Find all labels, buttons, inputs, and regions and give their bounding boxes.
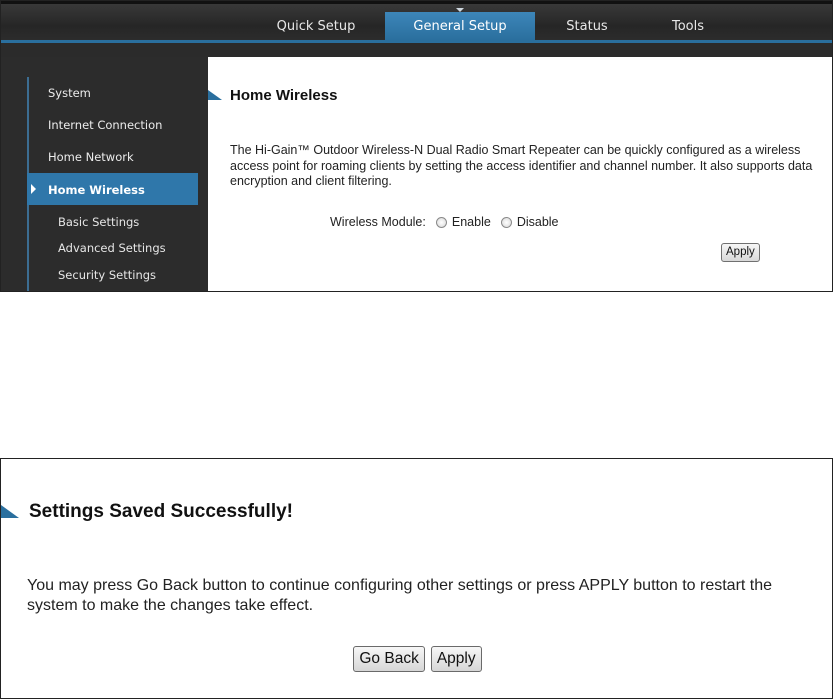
wireless-module-row: Wireless Module: Enable Disable xyxy=(330,215,559,229)
settings-saved-panel: Settings Saved Successfully! You may pre… xyxy=(0,458,833,699)
page-description: The Hi-Gain™ Outdoor Wireless-N Dual Rad… xyxy=(230,143,813,188)
title-marker-icon xyxy=(208,90,222,100)
apply-button[interactable]: Apply xyxy=(721,243,760,262)
title-marker-icon xyxy=(1,505,19,518)
wireless-module-label: Wireless Module: xyxy=(330,215,426,229)
enable-radio[interactable] xyxy=(435,216,447,228)
sidebar-item-system[interactable]: System xyxy=(48,86,91,100)
top-navigation-bar: Quick Setup General Setup Status Tools xyxy=(1,1,832,43)
apply-button[interactable]: Apply xyxy=(430,646,482,672)
home-wireless-content: Home Wireless The Hi-Gain™ Outdoor Wirel… xyxy=(208,57,832,291)
sidebar-item-home-network[interactable]: Home Network xyxy=(48,150,134,164)
tab-tools[interactable]: Tools xyxy=(639,12,737,40)
disable-radio[interactable] xyxy=(500,216,512,228)
settings-saved-buttons: Go Back Apply xyxy=(1,646,832,672)
sidebar-subitem-basic-settings[interactable]: Basic Settings xyxy=(58,215,139,229)
sidebar: System Internet Connection Home Network … xyxy=(1,57,208,291)
tab-status[interactable]: Status xyxy=(535,12,639,40)
sidebar-subitem-security-settings[interactable]: Security Settings xyxy=(58,268,156,282)
tab-quick-setup[interactable]: Quick Setup xyxy=(263,12,369,40)
tab-general-setup[interactable]: General Setup xyxy=(385,12,535,40)
page-title: Home Wireless xyxy=(230,87,338,104)
top-strip xyxy=(1,1,832,4)
nav-underband xyxy=(1,43,832,57)
disable-radio-label[interactable]: Disable xyxy=(517,215,559,229)
sidebar-subitem-advanced-settings[interactable]: Advanced Settings xyxy=(58,241,166,255)
sidebar-item-internet-connection[interactable]: Internet Connection xyxy=(48,118,162,132)
settings-saved-title: Settings Saved Successfully! xyxy=(29,501,293,522)
home-wireless-panel: Quick Setup General Setup Status Tools S… xyxy=(0,0,833,292)
page: Quick Setup General Setup Status Tools S… xyxy=(0,0,833,699)
go-back-button[interactable]: Go Back xyxy=(353,646,425,672)
sidebar-active-arrow-icon xyxy=(31,184,36,194)
settings-saved-description: You may press Go Back button to continue… xyxy=(27,577,773,614)
enable-radio-label[interactable]: Enable xyxy=(452,215,491,229)
sidebar-item-home-wireless[interactable]: Home Wireless xyxy=(48,183,145,197)
